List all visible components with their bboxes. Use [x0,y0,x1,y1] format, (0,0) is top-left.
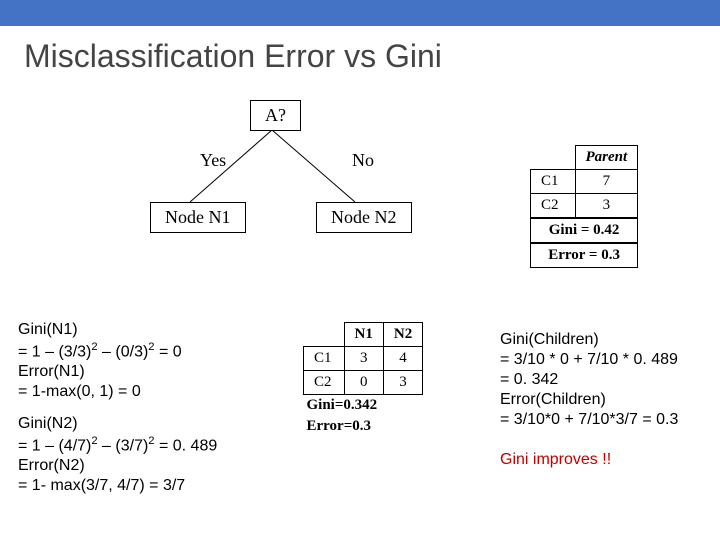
parent-error: Error = 0.3 [531,243,638,268]
calc-n2-l4: = 1- max(3/7, 4/7) = 3/7 [18,477,185,494]
calc-n1-l4: = 1-max(0, 1) = 0 [18,383,141,400]
calc-n1-l2c: = 0 [155,343,182,360]
calc-n2-l2b: – (3/7) [98,437,149,454]
calc-ch-l3: = 0. 342 [500,371,558,388]
edge-no-label: No [352,150,374,171]
child-c2-label: C2 [304,371,345,395]
parent-gini: Gini = 0.42 [531,218,638,243]
parent-table: Parent C1 7 C2 3 Gini = 0.42 Error = 0.3 [530,145,638,268]
gini-improves: Gini improves !! [500,450,611,470]
child-c1-v2: 4 [383,347,422,371]
child-c1-label: C1 [304,347,345,371]
node-n1: Node N1 [150,202,246,233]
page-title: Misclassification Error vs Gini [24,38,442,75]
node-root: A? [250,100,301,131]
children-error: Error=0.3 [304,416,423,437]
calc-n1-l1: Gini(N1) [18,321,78,338]
edge-yes-label: Yes [200,150,226,171]
parent-c1-label: C1 [531,170,576,194]
children-table: N1 N2 C1 3 4 C2 0 3 Gini=0.342 Error=0.3 [303,322,423,437]
child-c2-v1: 0 [344,371,383,395]
parent-c2-label: C2 [531,194,576,219]
calc-n1: Gini(N1) = 1 – (3/3)2 – (0/3)2 = 0 Error… [18,320,298,402]
calc-n1-l3: Error(N1) [18,363,85,380]
calc-n1-l2b: – (0/3) [98,343,149,360]
top-accent-bar [0,0,720,26]
calc-n2-l2a: = 1 – (4/7) [18,437,91,454]
calc-n2-l1: Gini(N2) [18,415,78,432]
calc-ch-l5: = 3/10*0 + 7/10*3/7 = 0.3 [500,411,678,428]
parent-header: Parent [575,146,638,170]
calc-ch-l4: Error(Children) [500,391,606,408]
calc-ch-l2: = 3/10 * 0 + 7/10 * 0. 489 [500,351,678,368]
children-gini: Gini=0.342 [304,395,423,417]
parent-c1-val: 7 [575,170,638,194]
calc-n1-l2a: = 1 – (3/3) [18,343,91,360]
parent-c2-val: 3 [575,194,638,219]
child-c2-v2: 3 [383,371,422,395]
child-h-n2: N2 [383,323,422,347]
calc-n2-l3: Error(N2) [18,457,85,474]
calc-children: Gini(Children) = 3/10 * 0 + 7/10 * 0. 48… [500,330,715,430]
child-h-n1: N1 [344,323,383,347]
decision-tree: A? Yes No Node N1 Node N2 [140,100,420,270]
child-c1-v1: 3 [344,347,383,371]
calc-n2-l2c: = 0. 489 [155,437,218,454]
calc-ch-l1: Gini(Children) [500,331,599,348]
calc-n2: Gini(N2) = 1 – (4/7)2 – (3/7)2 = 0. 489 … [18,414,298,496]
node-n2: Node N2 [316,202,412,233]
